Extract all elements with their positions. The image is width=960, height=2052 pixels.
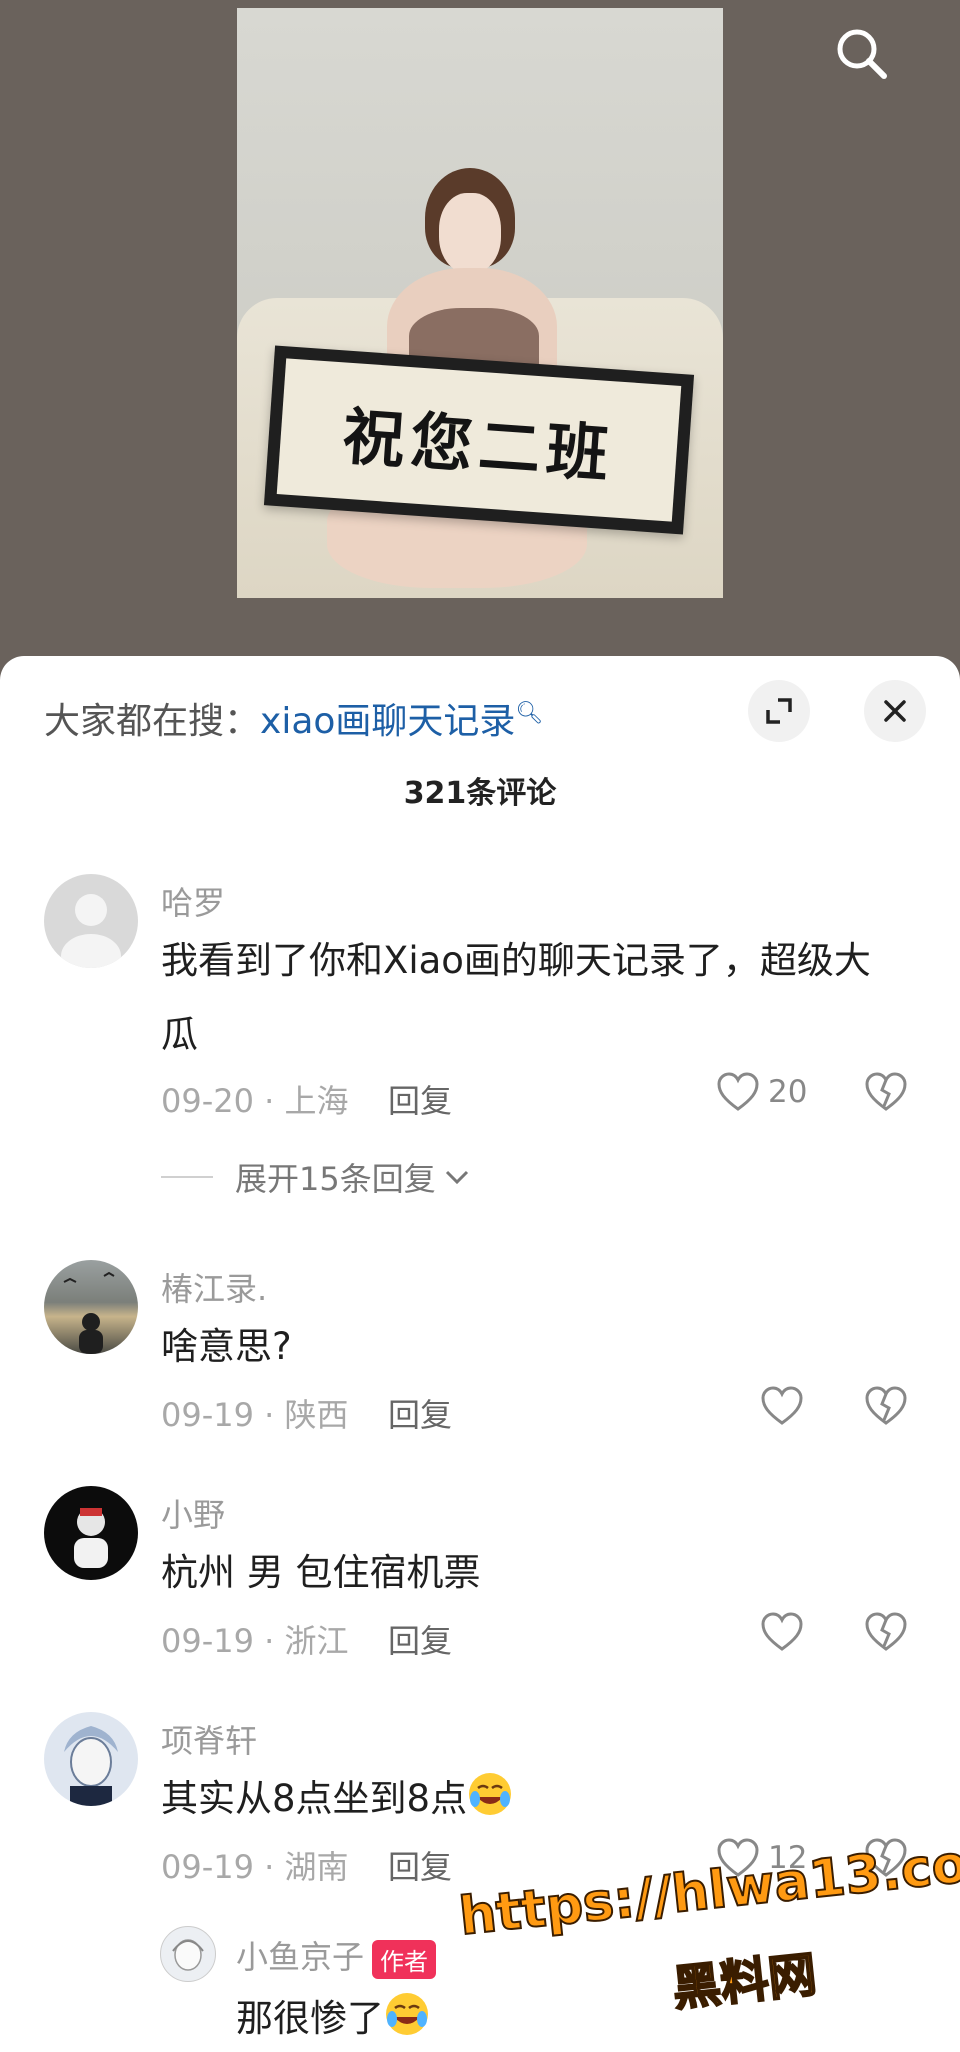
comment-text[interactable]: 我看到了你和Xiao画的聊天记录了，超级大瓜 bbox=[161, 924, 901, 1072]
avatar[interactable] bbox=[44, 1712, 138, 1806]
chevron-down-icon bbox=[445, 1170, 468, 1185]
close-icon bbox=[884, 700, 906, 722]
media-area[interactable]: 祝您二班 bbox=[0, 0, 960, 690]
comment-date: 09-19 bbox=[161, 1848, 254, 1886]
calligraphy-frame: 祝您二班 bbox=[263, 345, 695, 535]
comment-meta: 09-19 · 浙江 bbox=[161, 1622, 349, 1660]
comment-meta: 09-19 · 湖南 bbox=[161, 1848, 349, 1886]
comment-text[interactable]: 啥意思? bbox=[161, 1310, 901, 1384]
broken-heart-icon[interactable] bbox=[864, 1612, 908, 1652]
hot-search-bar[interactable]: 大家都在搜：xiao画聊天记录🔍︎ bbox=[44, 692, 543, 744]
avatar-image bbox=[74, 1508, 108, 1568]
reply-button[interactable]: 回复 bbox=[388, 1076, 452, 1122]
reply-button[interactable]: 回复 bbox=[388, 1616, 452, 1662]
reply-username[interactable]: 小鱼京子 作者 bbox=[236, 1932, 437, 1979]
avatar[interactable] bbox=[44, 1486, 138, 1580]
comment-username[interactable]: 小野 bbox=[161, 1490, 225, 1536]
comment-location: 湖南 bbox=[284, 1848, 349, 1886]
default-avatar-icon bbox=[61, 894, 121, 968]
comment-text[interactable]: 杭州 男 包住宿机票 bbox=[161, 1536, 901, 1610]
comment-username[interactable]: 椿江录. bbox=[161, 1264, 267, 1310]
reply-button[interactable]: 回复 bbox=[388, 1390, 452, 1436]
hot-search-label: 大家都在搜： bbox=[44, 701, 261, 742]
watermark-site: 黑料网 bbox=[669, 1946, 820, 2019]
heart-icon[interactable] bbox=[760, 1612, 804, 1652]
calligraphy-text: 祝您二班 bbox=[276, 358, 682, 522]
reply-button[interactable]: 回复 bbox=[388, 1842, 452, 1888]
reply-text-content: 那很惨了 bbox=[236, 1997, 384, 2040]
reply-username-text: 小鱼京子 bbox=[236, 1938, 365, 1976]
comment-location: 浙江 bbox=[284, 1622, 349, 1660]
divider bbox=[161, 1176, 213, 1178]
comment-text-content: 其实从8点坐到8点 bbox=[161, 1777, 468, 1820]
avatar-image bbox=[63, 1271, 115, 1354]
comment-location: 陕西 bbox=[284, 1396, 349, 1434]
avatar-image bbox=[172, 1939, 204, 1971]
heart-icon bbox=[717, 1072, 759, 1111]
comment-location: 上海 bbox=[284, 1082, 349, 1120]
expand-button[interactable] bbox=[748, 680, 810, 742]
broken-heart-icon[interactable] bbox=[864, 1386, 908, 1426]
author-badge: 作者 bbox=[372, 1939, 437, 1979]
comment-username[interactable]: 项脊轩 bbox=[161, 1716, 257, 1762]
like-button[interactable]: 20 bbox=[716, 1072, 807, 1112]
laugh-cry-emoji-icon bbox=[386, 1993, 428, 2035]
comment-meta: 09-19 · 陕西 bbox=[161, 1396, 349, 1434]
photo-face bbox=[439, 193, 501, 273]
expand-icon bbox=[766, 698, 792, 724]
heart-icon[interactable] bbox=[760, 1386, 804, 1426]
avatar-image bbox=[64, 1726, 118, 1806]
avatar[interactable] bbox=[160, 1926, 216, 1982]
close-button[interactable] bbox=[864, 680, 926, 742]
laugh-cry-emoji-icon bbox=[469, 1773, 512, 1815]
expand-replies-label: 展开15条回复 bbox=[235, 1160, 436, 1198]
avatar[interactable] bbox=[44, 1260, 138, 1354]
post-photo[interactable]: 祝您二班 bbox=[237, 8, 723, 598]
like-count: 20 bbox=[768, 1074, 808, 1110]
comment-count-title: 321条评论 bbox=[403, 776, 557, 811]
comment-date: 09-19 bbox=[161, 1622, 254, 1660]
comment-date: 09-19 bbox=[161, 1396, 254, 1434]
comment-date: 09-20 bbox=[161, 1082, 254, 1120]
avatar[interactable] bbox=[44, 874, 138, 968]
comment-meta: 09-20 · 上海 bbox=[161, 1082, 349, 1120]
expand-replies-button[interactable]: 展开15条回复 bbox=[161, 1154, 472, 1200]
comment-username[interactable]: 哈罗 bbox=[161, 878, 225, 924]
comment-text[interactable]: 其实从8点坐到8点 bbox=[161, 1762, 901, 1836]
screen: 祝您二班 大家都在搜：xiao画聊天记录🔍︎ 321条评论 哈罗 我看到了你和X… bbox=[0, 0, 960, 2052]
hot-search-term[interactable]: xiao画聊天记录 bbox=[260, 701, 515, 742]
search-icon[interactable] bbox=[832, 24, 892, 84]
comments-sheet: 大家都在搜：xiao画聊天记录🔍︎ 321条评论 哈罗 我看到了你和Xiao画的… bbox=[0, 656, 960, 2052]
broken-heart-icon[interactable] bbox=[864, 1072, 908, 1112]
small-search-icon: 🔍︎ bbox=[515, 701, 544, 726]
reply-text[interactable]: 那很惨了 bbox=[236, 1982, 960, 2052]
